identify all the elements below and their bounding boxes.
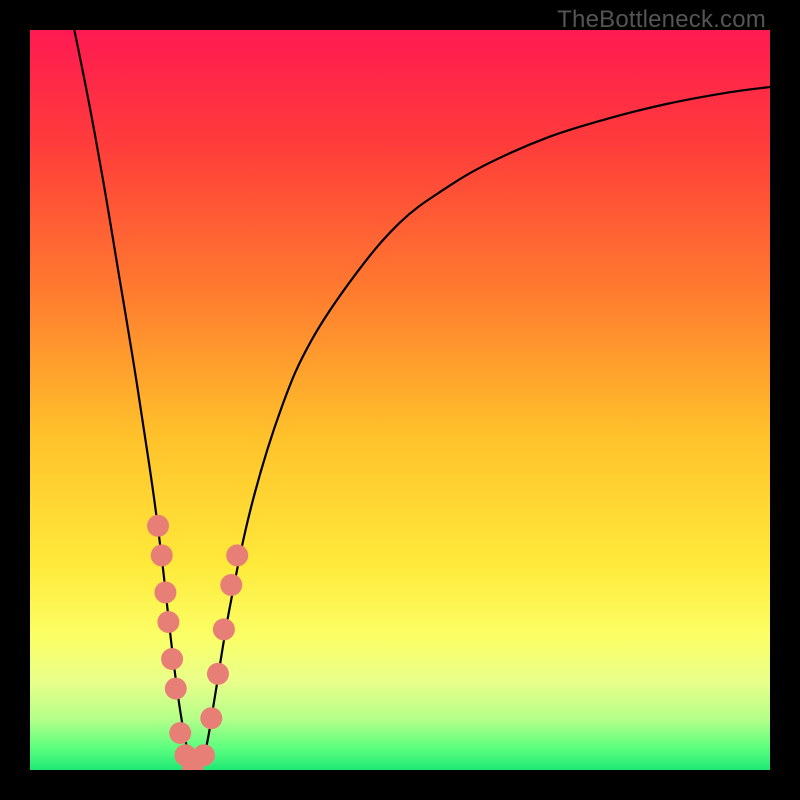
marker-point [207, 663, 229, 685]
marker-point [193, 744, 215, 766]
marker-point [220, 574, 242, 596]
chart-frame [30, 30, 770, 770]
marker-point [151, 544, 173, 566]
marker-point [226, 544, 248, 566]
chart-background [30, 30, 770, 770]
chart-svg [30, 30, 770, 770]
marker-point [213, 618, 235, 640]
marker-point [200, 707, 222, 729]
marker-point [157, 611, 179, 633]
marker-point [165, 678, 187, 700]
marker-point [147, 515, 169, 537]
marker-point [169, 722, 191, 744]
marker-point [161, 648, 183, 670]
marker-point [154, 581, 176, 603]
